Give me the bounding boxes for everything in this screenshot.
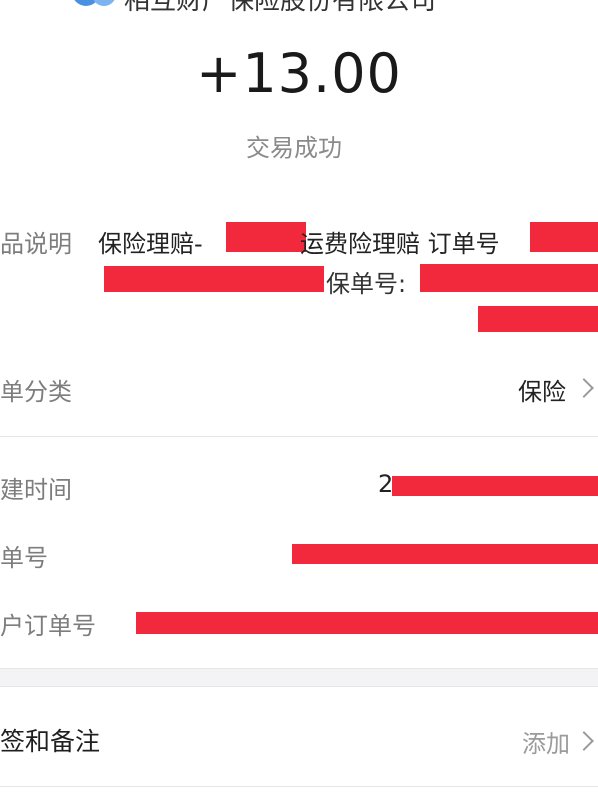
chevron-right-icon xyxy=(574,378,594,398)
redaction-bar xyxy=(226,222,306,252)
divider xyxy=(0,436,598,437)
category-value: 保险 xyxy=(518,378,566,406)
merchant-order-label: 户订单号 xyxy=(0,612,96,640)
section-gap xyxy=(0,668,598,686)
description-line2-mid: 保单号: xyxy=(326,270,407,298)
redaction-bar xyxy=(392,476,598,496)
redaction-bar xyxy=(530,222,598,252)
create-time-label: 建时间 xyxy=(0,476,72,504)
transaction-status: 交易成功 xyxy=(246,134,342,162)
tags-notes-label: 签和备注 xyxy=(0,727,101,756)
description-label: 品说明 xyxy=(0,230,72,258)
divider xyxy=(0,786,598,787)
merchant-name: 相互财产保险股份有限公司 xyxy=(124,0,437,16)
tags-notes-row[interactable]: 签和备注 添加 xyxy=(0,712,598,766)
redaction-bar xyxy=(478,306,598,332)
redaction-bar xyxy=(420,264,598,292)
chevron-right-icon xyxy=(574,731,594,751)
order-number-label: 单号 xyxy=(0,544,48,572)
merchant-header: 相互财产保险股份有限公司 xyxy=(0,0,598,16)
add-tag-button[interactable]: 添加 xyxy=(522,724,570,759)
create-time-value: 2 xyxy=(378,470,394,498)
redaction-bar xyxy=(136,612,598,634)
transaction-amount: +13.00 xyxy=(196,42,402,105)
divider xyxy=(0,668,598,669)
insurance-logo-icon xyxy=(70,0,118,14)
description-line1-start: 保险理赔- xyxy=(98,230,203,258)
redaction-bar xyxy=(292,544,598,564)
description-line1-mid: 运费险理赔 订单号 xyxy=(300,230,500,258)
category-row[interactable]: 单分类 保险 xyxy=(0,360,598,414)
divider xyxy=(0,686,598,687)
category-label: 单分类 xyxy=(0,378,72,406)
redaction-bar xyxy=(104,266,324,292)
